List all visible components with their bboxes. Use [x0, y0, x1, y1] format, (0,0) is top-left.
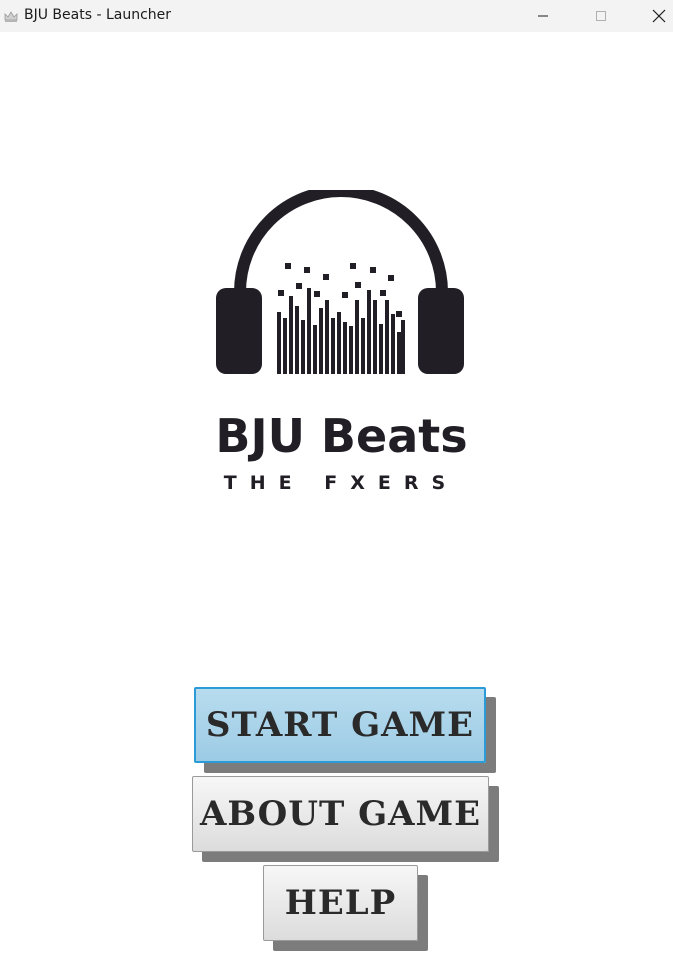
- minimize-button[interactable]: [520, 0, 566, 32]
- close-icon: [652, 9, 666, 23]
- start-game-button[interactable]: START GAME: [194, 687, 486, 763]
- brand-tagline: THE FXERS: [223, 472, 459, 494]
- close-button[interactable]: [636, 0, 673, 32]
- about-game-button[interactable]: ABOUT GAME: [192, 776, 489, 852]
- title-bar[interactable]: BJU Beats - Launcher: [0, 0, 673, 32]
- help-button[interactable]: HELP: [263, 865, 418, 941]
- brand-name: BJU Beats: [215, 409, 468, 463]
- window-title: BJU Beats - Launcher: [24, 7, 172, 23]
- maximize-button[interactable]: [578, 0, 624, 32]
- launcher-window: BJU Beats - Launcher BJU Beats THE FXERS…: [0, 0, 673, 955]
- crown-icon: [4, 11, 18, 22]
- maximize-icon: [596, 11, 606, 21]
- minimize-icon: [538, 15, 548, 17]
